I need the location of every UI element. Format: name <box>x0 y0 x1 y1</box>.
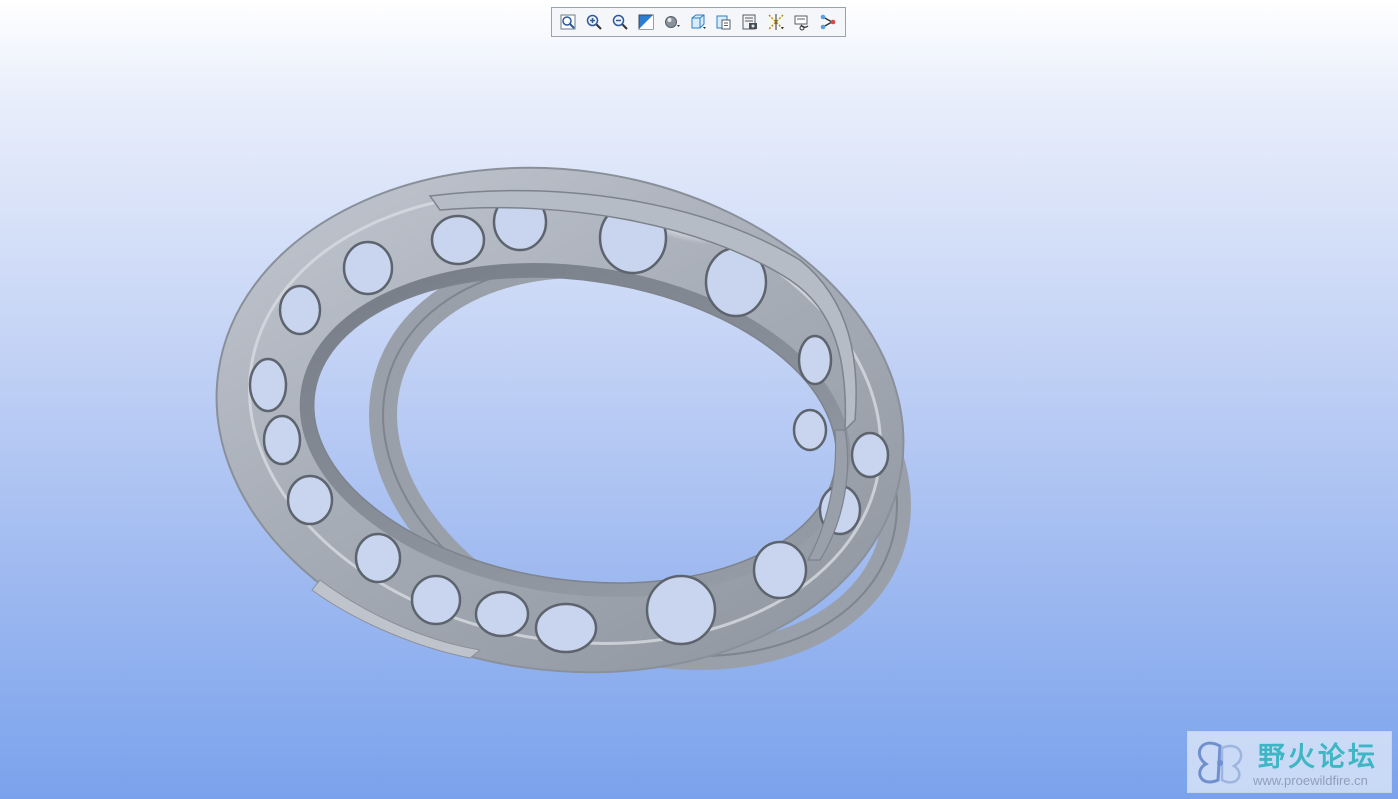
forum-watermark: 野火论坛 www.proewildfire.cn <box>1187 731 1392 793</box>
mobius-ring-model[interactable] <box>0 0 1398 799</box>
watermark-url: www.proewildfire.cn <box>1253 773 1368 788</box>
watermark-title: 野火论坛 <box>1258 742 1378 773</box>
butterfly-logo-icon <box>1198 741 1243 784</box>
graphics-window[interactable]: 野火论坛 www.proewildfire.cn <box>0 0 1398 799</box>
